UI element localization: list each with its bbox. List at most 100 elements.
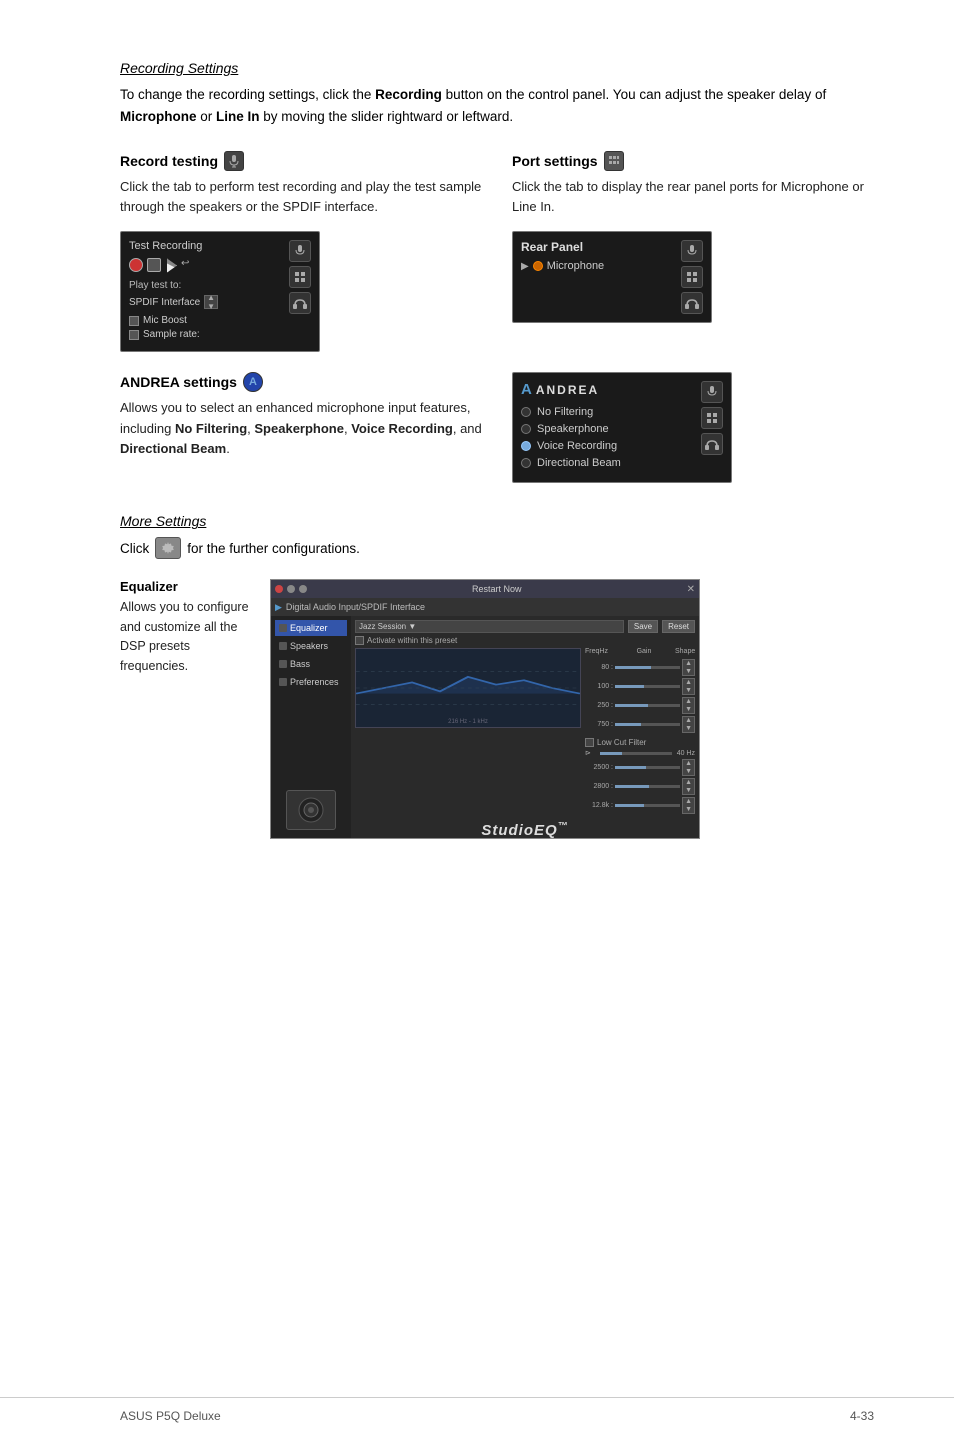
eq-save-label: Save xyxy=(634,622,652,631)
eq-sidebar-logo-area xyxy=(275,786,347,834)
andrea-side-icon-mic xyxy=(701,381,723,403)
port-settings-title-row: Port settings xyxy=(512,151,874,171)
eq-sidebar-label-speakers: Speakers xyxy=(290,641,328,651)
andrea-option-directional-beam[interactable]: Directional Beam xyxy=(521,457,695,469)
port-settings-desc: Click the tab to display the rear panel … xyxy=(512,177,874,217)
back-btn[interactable]: ↩ xyxy=(181,258,195,272)
rear-headphone-svg xyxy=(685,297,699,309)
rear-panel-screenshot: Rear Panel ▶ Microphone xyxy=(512,231,712,323)
eq-sidebar-bass[interactable]: Bass xyxy=(275,656,347,672)
eq-preset-dropdown[interactable]: Jazz Session ▼ xyxy=(355,620,624,633)
eq-sidebar-equalizer[interactable]: Equalizer xyxy=(275,620,347,636)
spdif-row: SPDIF Interface ▲ ▼ xyxy=(129,295,283,309)
eq-arrow-box-0: ▲ ▼ xyxy=(682,659,695,676)
eq-sliders-area: 216 Hz - 1 kHz FreqHz Gain Shape xyxy=(355,648,695,814)
eq-save-btn[interactable]: Save xyxy=(628,620,658,633)
andrea-text-col: ANDREA settings A Allows you to select a… xyxy=(120,372,482,483)
eq-freq-slider-1[interactable] xyxy=(615,685,680,688)
andrea-left: A ANDREA No Filtering Speaker xyxy=(521,381,695,474)
features-two-col: Record testing Click the tab to perform … xyxy=(120,151,874,352)
spdif-label: SPDIF Interface xyxy=(129,297,200,308)
eq-freq-slider-3[interactable] xyxy=(615,723,680,726)
eq-freq-fill-6 xyxy=(615,804,644,807)
record-btn[interactable] xyxy=(129,258,143,272)
eq-content-area: Jazz Session ▼ Save Reset xyxy=(351,616,699,838)
microphone-orange-dot xyxy=(533,261,543,271)
eq-freq-slider-0[interactable] xyxy=(615,666,680,669)
eq-freq-label-5: 2800 : xyxy=(585,783,613,790)
rear-panel-title: Rear Panel xyxy=(521,240,675,254)
mic-boost-checkbox[interactable] xyxy=(129,316,139,326)
eq-activate-row: Activate within this preset xyxy=(355,636,695,645)
port-settings-icon xyxy=(604,151,624,171)
eq-lowcut-slider[interactable] xyxy=(600,752,672,755)
equalizer-title: Equalizer xyxy=(120,579,250,594)
eq-close-btn[interactable]: ✕ xyxy=(687,584,695,595)
eq-sidebar-preferences[interactable]: Preferences xyxy=(275,674,347,690)
eq-nav-label: Digital Audio Input/SPDIF Interface xyxy=(286,602,425,612)
andrea-grid-svg xyxy=(706,412,718,424)
eq-freq-slider-6[interactable] xyxy=(615,804,680,807)
gear-button[interactable] xyxy=(155,537,181,559)
eq-freq-row-6: 12.8k : ▲ ▼ xyxy=(585,797,695,814)
eq-sidebar: Equalizer Speakers Bass Preferences xyxy=(271,616,351,838)
eq-freq-fill-1 xyxy=(615,685,644,688)
eq-freq-row-5: 2800 : ▲ ▼ xyxy=(585,778,695,795)
mic-svg-icon xyxy=(228,154,240,168)
eq-reset-btn[interactable]: Reset xyxy=(662,620,695,633)
eq-freq-fill-2 xyxy=(615,704,648,707)
eq-sidebar-dot-equalizer xyxy=(279,624,287,632)
port-grid-svg xyxy=(608,155,620,167)
andrea-option-no-filtering[interactable]: No Filtering xyxy=(521,406,695,418)
eq-freq-slider-2[interactable] xyxy=(615,704,680,707)
andrea-bold2: Speakerphone xyxy=(254,421,344,436)
eq-arr-up-2: ▲ xyxy=(685,698,692,705)
eq-graph: 216 Hz - 1 kHz xyxy=(355,648,581,728)
test-rec-title: Test Recording xyxy=(129,240,283,252)
eq-freq-slider-5[interactable] xyxy=(615,785,680,788)
eq-max-dot xyxy=(299,585,307,593)
eq-freq-header: FreqHz Gain Shape xyxy=(585,648,695,655)
eq-nav-bar: ▶ Digital Audio Input/SPDIF Interface xyxy=(271,598,699,616)
eq-titlebar: Restart Now ✕ xyxy=(271,580,699,598)
eq-lowcut-checkbox[interactable] xyxy=(585,738,594,747)
eq-freq-fill-0 xyxy=(615,666,651,669)
andrea-desc-end: . xyxy=(226,441,230,456)
play-arrow-icon: ▶ xyxy=(521,261,529,272)
mic-boost-label: Mic Boost xyxy=(143,315,187,326)
play-btn[interactable]: ▶ xyxy=(165,258,177,272)
eq-arr-down-0: ▼ xyxy=(685,668,692,675)
eq-min-dot xyxy=(287,585,295,593)
side-mic-svg xyxy=(294,244,306,258)
footer-text: ASUS P5Q Deluxe 4-33 xyxy=(120,1409,874,1423)
linein-bold: Line In xyxy=(216,109,260,124)
test-recording-screenshot: Test Recording ▶ ↩ Play test to: SPDIF I… xyxy=(120,231,320,352)
intro-paragraph: To change the recording settings, click … xyxy=(120,84,874,127)
andrea-bold1: No Filtering xyxy=(175,421,247,436)
eq-activate-checkbox[interactable] xyxy=(355,636,364,645)
eq-freq-label-0: 80 : xyxy=(585,664,613,671)
eq-sidebar-speakers[interactable]: Speakers xyxy=(275,638,347,654)
eq-freq-slider-4[interactable] xyxy=(615,766,680,769)
andrea-option-label-3: Directional Beam xyxy=(537,457,621,469)
record-testing-icon xyxy=(224,151,244,171)
stop-btn[interactable] xyxy=(147,258,161,272)
eq-freq-label-6: 12.8k : xyxy=(585,802,613,809)
spdif-spinner[interactable]: ▲ ▼ xyxy=(204,295,218,309)
sample-rate-checkbox[interactable] xyxy=(129,330,139,340)
intro-text-start: To change the recording settings, click … xyxy=(120,87,375,102)
eq-close-dot xyxy=(275,585,283,593)
andrea-header: A ANDREA xyxy=(521,381,695,398)
eq-arrow-box-3: ▲ ▼ xyxy=(682,716,695,733)
andrea-option-label-1: Speakerphone xyxy=(537,423,609,435)
spinner-up: ▲ xyxy=(207,293,215,302)
side-icon-headphone xyxy=(289,292,311,314)
eq-sidebar-label-equalizer: Equalizer xyxy=(290,623,328,633)
eq-arr-down-4: ▼ xyxy=(685,768,692,775)
andrea-option-speakerphone[interactable]: Speakerphone xyxy=(521,423,695,435)
eq-arr-up-0: ▲ xyxy=(685,660,692,667)
test-rec-left: Test Recording ▶ ↩ Play test to: SPDIF I… xyxy=(129,240,283,343)
andrea-option-voice-recording[interactable]: Voice Recording xyxy=(521,440,695,452)
footer-line xyxy=(0,1397,954,1398)
eq-lowcut-row: Low Cut Filter xyxy=(585,738,695,747)
